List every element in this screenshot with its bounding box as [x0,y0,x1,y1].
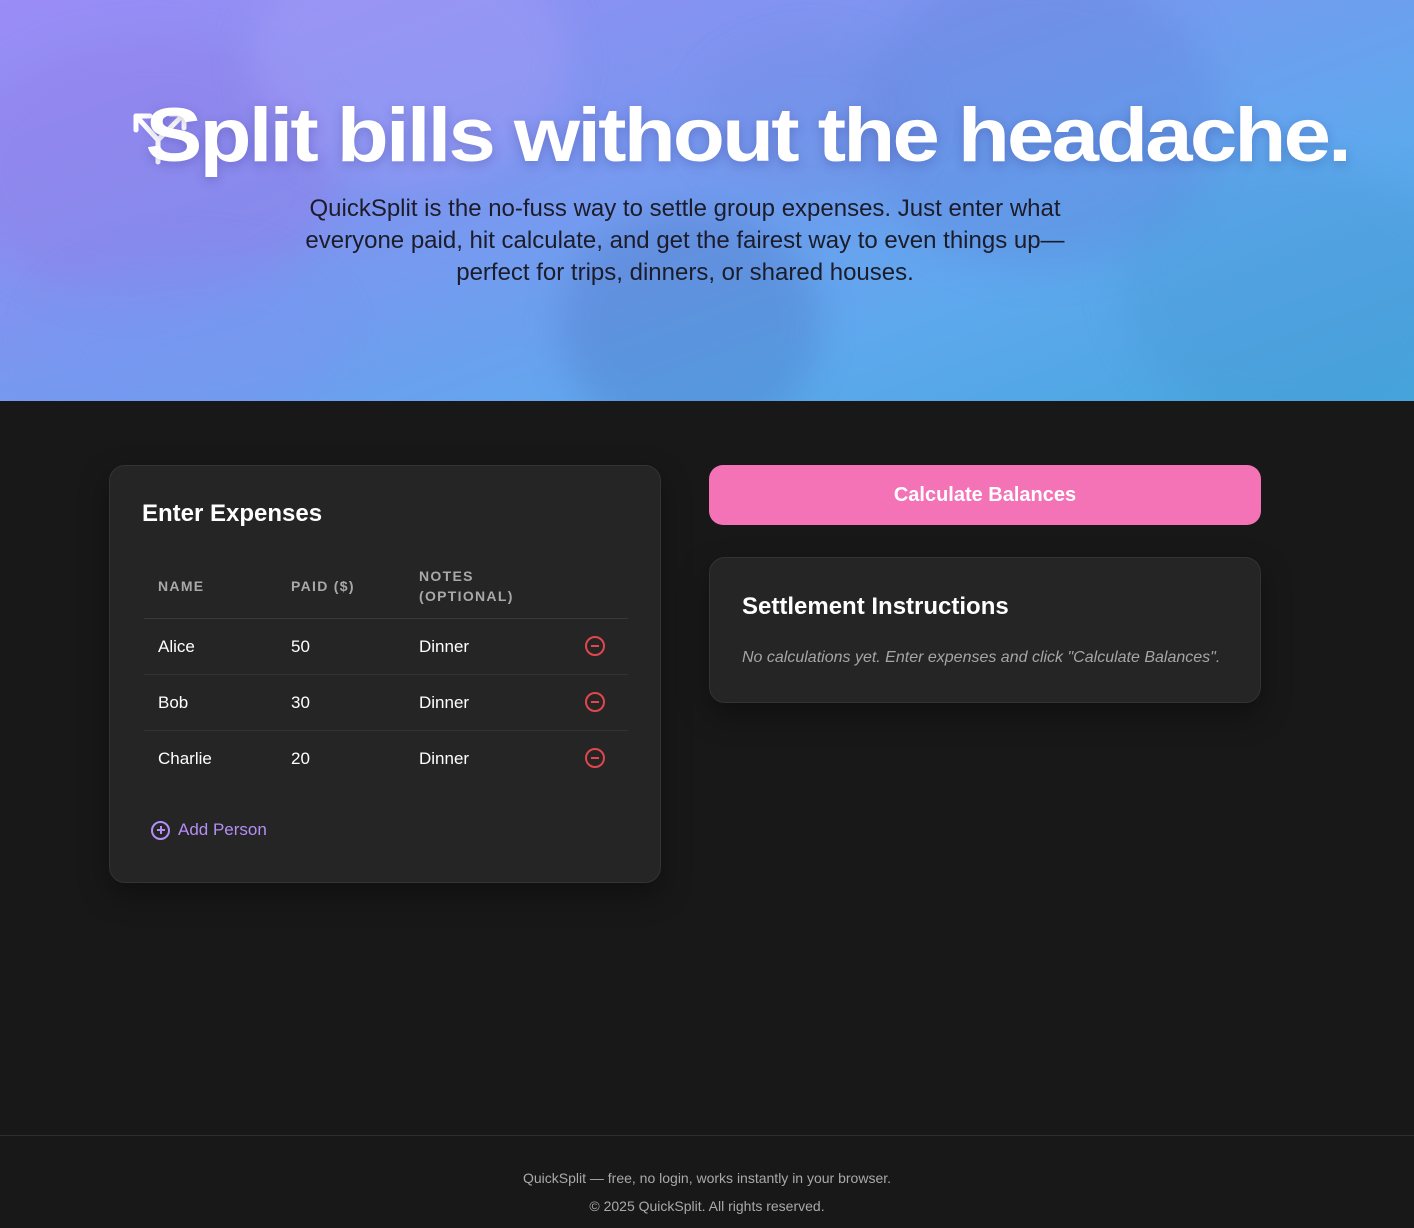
hero-banner: Split bills without the headache. QuickS… [0,0,1414,401]
minus-circle-icon[interactable] [585,692,605,712]
column-header-paid: PAID ($) [291,578,355,594]
settlement-empty-text: No calculations yet. Enter expenses and … [742,649,1221,666]
minus-circle-icon[interactable] [585,636,605,656]
page-footer: QuickSplit — free, no login, works insta… [0,1135,1414,1228]
paid-field[interactable]: 50 [291,637,310,657]
footer-copyright: © 2025 QuickSplit. All rights reserved. [589,1198,825,1214]
column-header-name: NAME [158,578,205,594]
paid-field[interactable]: 30 [291,693,310,713]
table-row: Alice 50 Dinner [144,619,628,675]
settlement-card: Settlement Instructions No calculations … [709,557,1261,703]
hero-subtitle: QuickSplit is the no-fuss way to settle … [305,195,1065,286]
expenses-card: Enter Expenses NAME PAID ($) NOTES (OPTI… [109,465,661,883]
name-field[interactable]: Bob [158,693,188,713]
table-row: Bob 30 Dinner [144,675,628,731]
settlement-heading: Settlement Instructions [742,593,1009,620]
calculate-balances-button[interactable]: Calculate Balances [709,465,1261,525]
hero-title: Split bills without the headache. [145,93,1351,178]
add-person-label: Add Person [178,820,267,839]
column-header-notes: NOTES (OPTIONAL) [419,568,514,604]
plus-circle-icon [151,820,170,840]
notes-field[interactable]: Dinner [419,637,469,657]
minus-circle-icon[interactable] [585,748,605,768]
notes-field[interactable]: Dinner [419,693,469,713]
table-row: Charlie 20 Dinner [144,731,628,787]
name-field[interactable]: Charlie [158,749,212,769]
footer-tagline: QuickSplit — free, no login, works insta… [522,1170,892,1186]
hero-heading: Split bills without the headache. [0,92,1414,179]
add-person-button[interactable]: Add Person [151,820,267,840]
expenses-heading: Enter Expenses [142,500,323,527]
paid-field[interactable]: 20 [291,749,310,769]
notes-field[interactable]: Dinner [419,749,469,769]
expenses-table-header: NAME PAID ($) NOTES (OPTIONAL) [144,564,628,619]
name-field[interactable]: Alice [158,637,195,657]
